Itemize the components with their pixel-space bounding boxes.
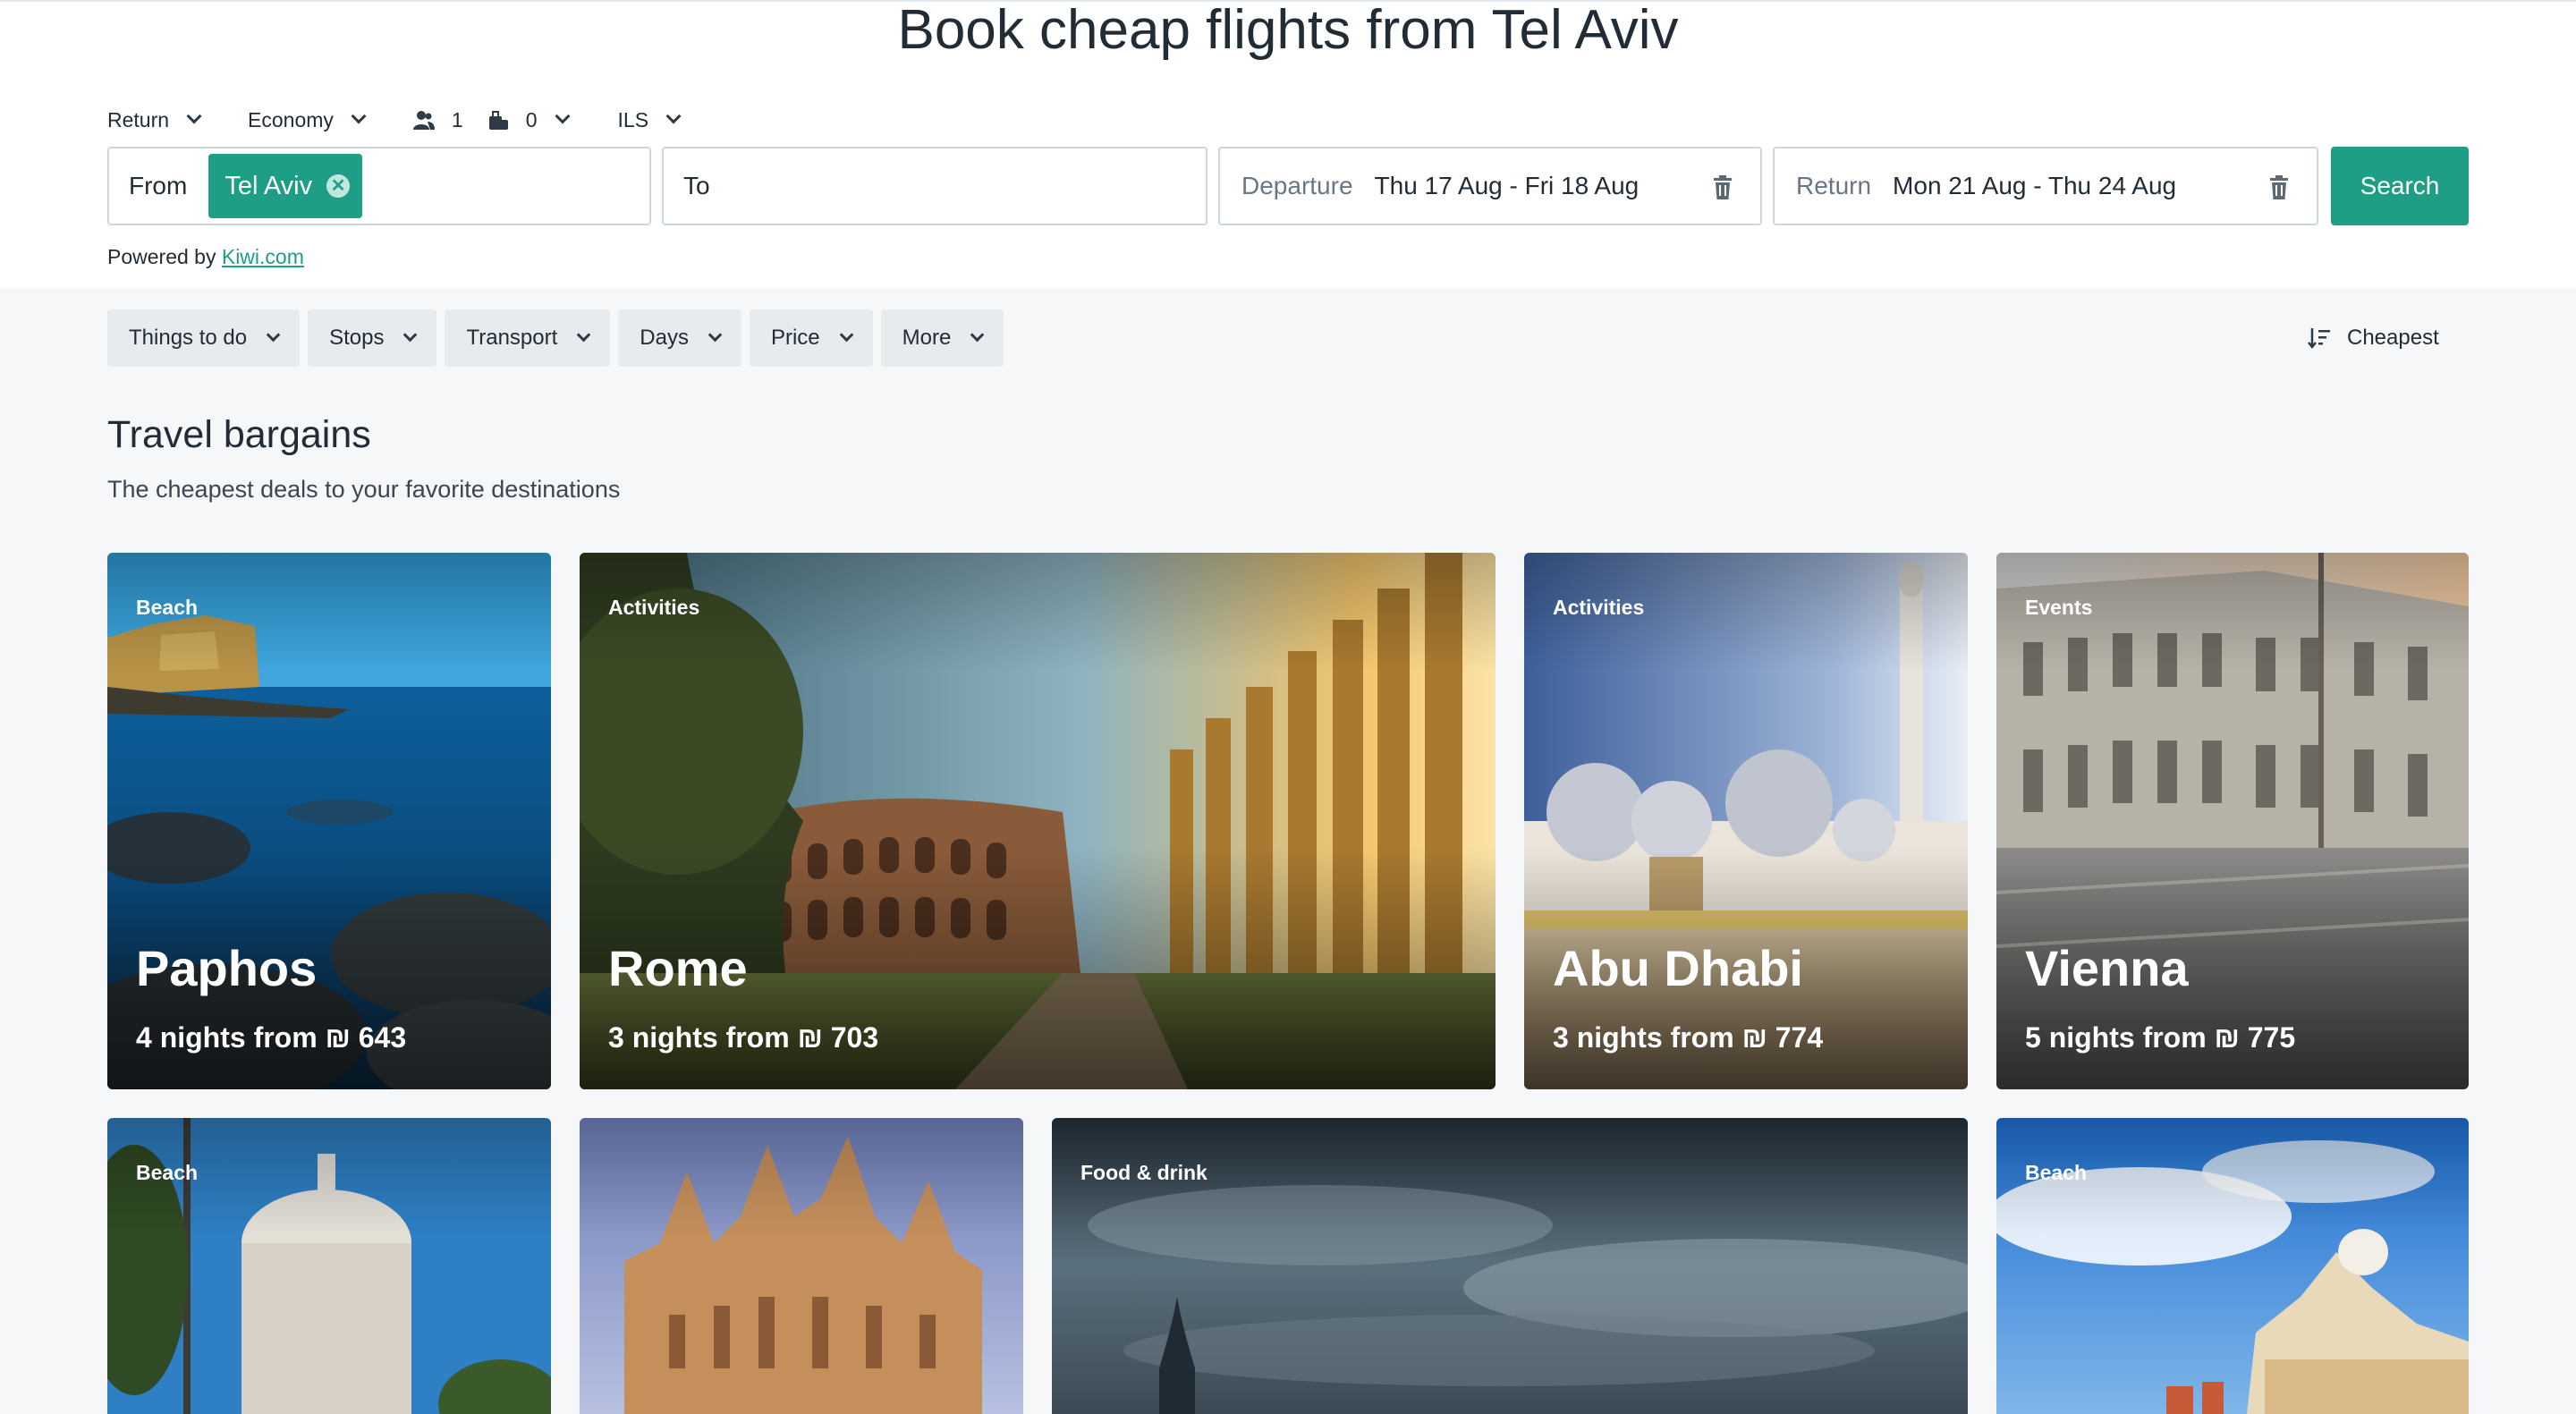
sort-icon [2308, 328, 2330, 350]
chevron-down-icon [266, 327, 281, 342]
return-label: Return [1796, 172, 1872, 199]
chevron-down-icon [708, 327, 723, 342]
chevron-down-icon [839, 327, 853, 342]
filter-label: Stops [329, 326, 385, 350]
to-label: To [683, 172, 710, 199]
filter-label: Price [770, 326, 820, 350]
search-header: Book cheap flights from Tel Aviv Return … [0, 0, 2576, 288]
powered-by-text: Powered by [107, 245, 216, 268]
cabin-class-dropdown[interactable]: Economy [248, 107, 367, 132]
trash-icon[interactable] [2268, 175, 2290, 200]
destination-card-paphos[interactable]: Beach Paphos 4 nights from ₪ 643 [107, 553, 551, 1089]
destination-card-vienna[interactable]: Events Vienna 5 nights from ₪ 775 [1996, 553, 2469, 1089]
destination-card[interactable] [580, 1118, 1023, 1414]
departure-dates: Thu 17 Aug - Fri 18 Aug [1374, 172, 1640, 199]
page-title: Book cheap flights from Tel Aviv [897, 0, 1679, 61]
from-chip-label: Tel Aviv [225, 171, 313, 200]
to-field[interactable]: To [662, 147, 1208, 225]
filter-label: More [902, 326, 952, 350]
passengers-icon [412, 111, 435, 130]
search-button[interactable]: Search [2331, 147, 2469, 225]
from-label: From [129, 172, 188, 199]
from-field[interactable]: From Tel Aviv ✕ [107, 147, 651, 225]
filter-more[interactable]: More [880, 309, 1004, 367]
sort-label: Cheapest [2347, 326, 2439, 350]
passengers-bags-dropdown[interactable]: 1 0 [412, 107, 571, 132]
card-city: Abu Dhabi [1553, 940, 1803, 996]
card-price: 3 nights from ₪ 703 [608, 1021, 879, 1054]
trip-type-label: Return [107, 107, 170, 131]
destination-card-abu-dhabi[interactable]: Activities Abu Dhabi 3 nights from ₪ 774 [1524, 553, 1968, 1089]
card-category: Beach [136, 596, 199, 619]
trash-icon[interactable] [1712, 175, 1733, 200]
currency-dropdown[interactable]: ILS [617, 107, 682, 132]
departure-label: Departure [1241, 172, 1353, 199]
card-overlay [107, 553, 551, 1089]
card-price: 5 nights from ₪ 775 [2025, 1021, 2296, 1054]
card-category: Activities [608, 596, 700, 619]
return-field[interactable]: Return Mon 21 Aug - Thu 24 Aug [1773, 147, 2318, 225]
card-city: Paphos [136, 940, 318, 996]
kiwi-link[interactable]: Kiwi.com [222, 245, 304, 268]
filter-stops[interactable]: Stops [308, 309, 437, 367]
remove-chip-icon[interactable]: ✕ [326, 174, 351, 198]
filter-label: Days [640, 326, 689, 350]
card-overlay [580, 553, 1496, 1089]
filter-price[interactable]: Price [749, 309, 873, 367]
departure-field[interactable]: Departure Thu 17 Aug - Fri 18 Aug [1218, 147, 1762, 225]
passengers-count: 1 [451, 107, 463, 131]
destination-card-rome[interactable]: Activities Rome 3 nights from ₪ 703 [580, 553, 1496, 1089]
cabin-class-label: Economy [248, 107, 334, 131]
chevron-down-icon [351, 108, 367, 124]
chevron-down-icon [186, 108, 202, 124]
filter-label: Transport [466, 326, 558, 350]
filter-days[interactable]: Days [618, 309, 741, 367]
card-category: Beach [2025, 1161, 2088, 1184]
baggage-icon [488, 111, 508, 130]
card-overlay [1996, 553, 2469, 1089]
filter-bar: Things to do Stops Transport Days Price … [107, 309, 1012, 367]
chevron-down-icon [665, 108, 682, 124]
return-dates: Mon 21 Aug - Thu 24 Aug [1893, 172, 2177, 199]
from-chip: Tel Aviv ✕ [208, 154, 363, 218]
card-overlay [1524, 553, 1968, 1089]
chevron-down-icon [403, 327, 418, 342]
trip-type-dropdown[interactable]: Return [107, 107, 202, 132]
currency-label: ILS [617, 107, 649, 131]
destination-card-food-drink[interactable]: Food & drink [1052, 1118, 1968, 1414]
filter-transport[interactable]: Transport [445, 309, 611, 367]
search-options-bar: Return Economy 1 0 ILS [107, 102, 715, 138]
powered-by: Powered by Kiwi.com [107, 245, 304, 269]
filter-label: Things to do [129, 326, 248, 350]
card-category: Events [2025, 596, 2093, 619]
chevron-down-icon [577, 327, 591, 342]
card-category: Activities [1553, 596, 1645, 619]
card-category: Food & drink [1080, 1161, 1208, 1184]
card-overlay [580, 1118, 1023, 1414]
destination-card[interactable]: Beach [1996, 1118, 2469, 1414]
chevron-down-icon [555, 108, 571, 124]
destination-card[interactable]: Beach [107, 1118, 551, 1414]
card-category: Beach [136, 1161, 199, 1184]
section-title: Travel bargains [107, 413, 371, 456]
filter-things-to-do[interactable]: Things to do [107, 309, 301, 367]
bags-count: 0 [525, 107, 538, 131]
chevron-down-icon [970, 327, 985, 342]
card-city: Rome [608, 940, 748, 996]
section-subtitle: The cheapest deals to your favorite dest… [107, 476, 621, 503]
card-price: 4 nights from ₪ 643 [136, 1021, 407, 1054]
card-price: 3 nights from ₪ 774 [1553, 1021, 1824, 1054]
sort-dropdown[interactable]: Cheapest [2308, 309, 2439, 367]
card-city: Vienna [2025, 940, 2189, 996]
